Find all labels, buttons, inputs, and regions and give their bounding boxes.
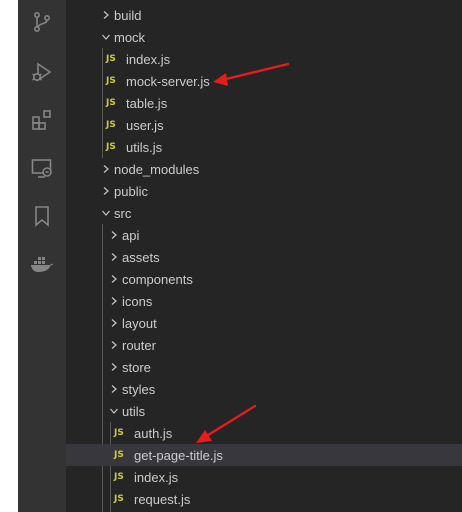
activity-bar	[18, 0, 66, 512]
tree-folder-router[interactable]: router	[66, 334, 462, 356]
tree-item-label: router	[122, 337, 156, 353]
tree-item-label: utils.js	[126, 139, 163, 155]
chevron-down-icon	[98, 26, 114, 48]
tree-item-label: user.js	[126, 117, 164, 133]
tree-item-label: index.js	[134, 469, 179, 485]
tree-file-utils-get-page-title[interactable]: JS get-page-title.js	[66, 444, 462, 466]
chevron-right-icon	[106, 224, 122, 246]
tree-folder-public[interactable]: public	[66, 180, 462, 202]
tree-item-label: mock	[114, 29, 146, 45]
tree-item-label: mock-server.js	[126, 73, 210, 89]
tree-item-label: auth.js	[134, 425, 173, 441]
js-file-icon: JS	[114, 494, 124, 504]
tree-item-label: build	[114, 7, 142, 23]
chevron-right-icon	[98, 158, 114, 180]
chevron-right-icon	[98, 4, 114, 26]
tree-folder-src[interactable]: src	[66, 202, 462, 224]
tree-item-label: assets	[122, 249, 160, 265]
tree-item-label: icons	[122, 293, 153, 309]
tree-item-label: src	[114, 205, 132, 221]
js-file-icon: JS	[114, 428, 124, 438]
tree-item-label: store	[122, 359, 151, 375]
js-file-icon: JS	[114, 472, 124, 482]
chevron-right-icon	[106, 312, 122, 334]
tree-folder-store[interactable]: store	[66, 356, 462, 378]
tree-item-label: index.js	[126, 51, 171, 67]
tree-item-label: table.js	[126, 95, 168, 111]
docker-icon[interactable]	[18, 246, 66, 282]
cut-off-row	[66, 0, 462, 2]
tree-item-label: components	[122, 271, 193, 287]
tree-file-mock-table[interactable]: JS table.js	[66, 92, 462, 114]
tree-file-mock-server[interactable]: JS mock-server.js	[66, 70, 462, 92]
tree-folder-icons[interactable]: icons	[66, 290, 462, 312]
remote-explorer-icon[interactable]	[18, 150, 66, 186]
js-file-icon: JS	[106, 120, 116, 130]
js-file-icon: JS	[106, 76, 116, 86]
tree-item-label: api	[122, 227, 140, 243]
tree-file-mock-index[interactable]: JS index.js	[66, 48, 462, 70]
js-file-icon: JS	[114, 450, 124, 460]
chevron-right-icon	[106, 334, 122, 356]
tree-item-label: get-page-title.js	[134, 447, 223, 463]
extensions-icon[interactable]	[18, 102, 66, 138]
tree-file-mock-utils[interactable]: JS utils.js	[66, 136, 462, 158]
tree-folder-styles[interactable]: styles	[66, 378, 462, 400]
tree-folder-api[interactable]: api	[66, 224, 462, 246]
js-file-icon: JS	[106, 98, 116, 108]
chevron-right-icon	[106, 378, 122, 400]
tree-item-label: public	[114, 183, 148, 199]
tree-folder-layout[interactable]: layout	[66, 312, 462, 334]
bookmarks-icon[interactable]	[18, 198, 66, 234]
js-file-icon: JS	[106, 142, 116, 152]
tree-item-label: styles	[122, 381, 156, 397]
tree-folder-node-modules[interactable]: node_modules	[66, 158, 462, 180]
js-file-icon: JS	[106, 54, 116, 64]
chevron-down-icon	[98, 202, 114, 224]
tree-file-mock-user[interactable]: JS user.js	[66, 114, 462, 136]
tree-item-label: layout	[122, 315, 157, 331]
tree-folder-assets[interactable]: assets	[66, 246, 462, 268]
tree-file-utils-index[interactable]: JS index.js	[66, 466, 462, 488]
tree-folder-build[interactable]: build	[66, 4, 462, 26]
chevron-right-icon	[106, 356, 122, 378]
tree-item-label: node_modules	[114, 161, 200, 177]
run-debug-icon[interactable]	[18, 54, 66, 90]
chevron-right-icon	[106, 268, 122, 290]
tree-item-label: request.js	[134, 491, 191, 507]
chevron-down-icon	[106, 400, 122, 422]
explorer-tree: build mock JS index.js JS mock-server.js…	[66, 0, 462, 512]
chevron-right-icon	[106, 246, 122, 268]
chevron-right-icon	[98, 180, 114, 202]
tree-folder-utils[interactable]: utils	[66, 400, 462, 422]
chevron-right-icon	[106, 290, 122, 312]
tree-folder-mock[interactable]: mock	[66, 26, 462, 48]
vscode-window: build mock JS index.js JS mock-server.js…	[0, 0, 462, 512]
tree-item-label: utils	[122, 403, 146, 419]
tree-file-utils-auth[interactable]: JS auth.js	[66, 422, 462, 444]
tree-folder-components[interactable]: components	[66, 268, 462, 290]
source-control-icon[interactable]	[18, 4, 66, 40]
tree-file-utils-request[interactable]: JS request.js	[66, 488, 462, 510]
